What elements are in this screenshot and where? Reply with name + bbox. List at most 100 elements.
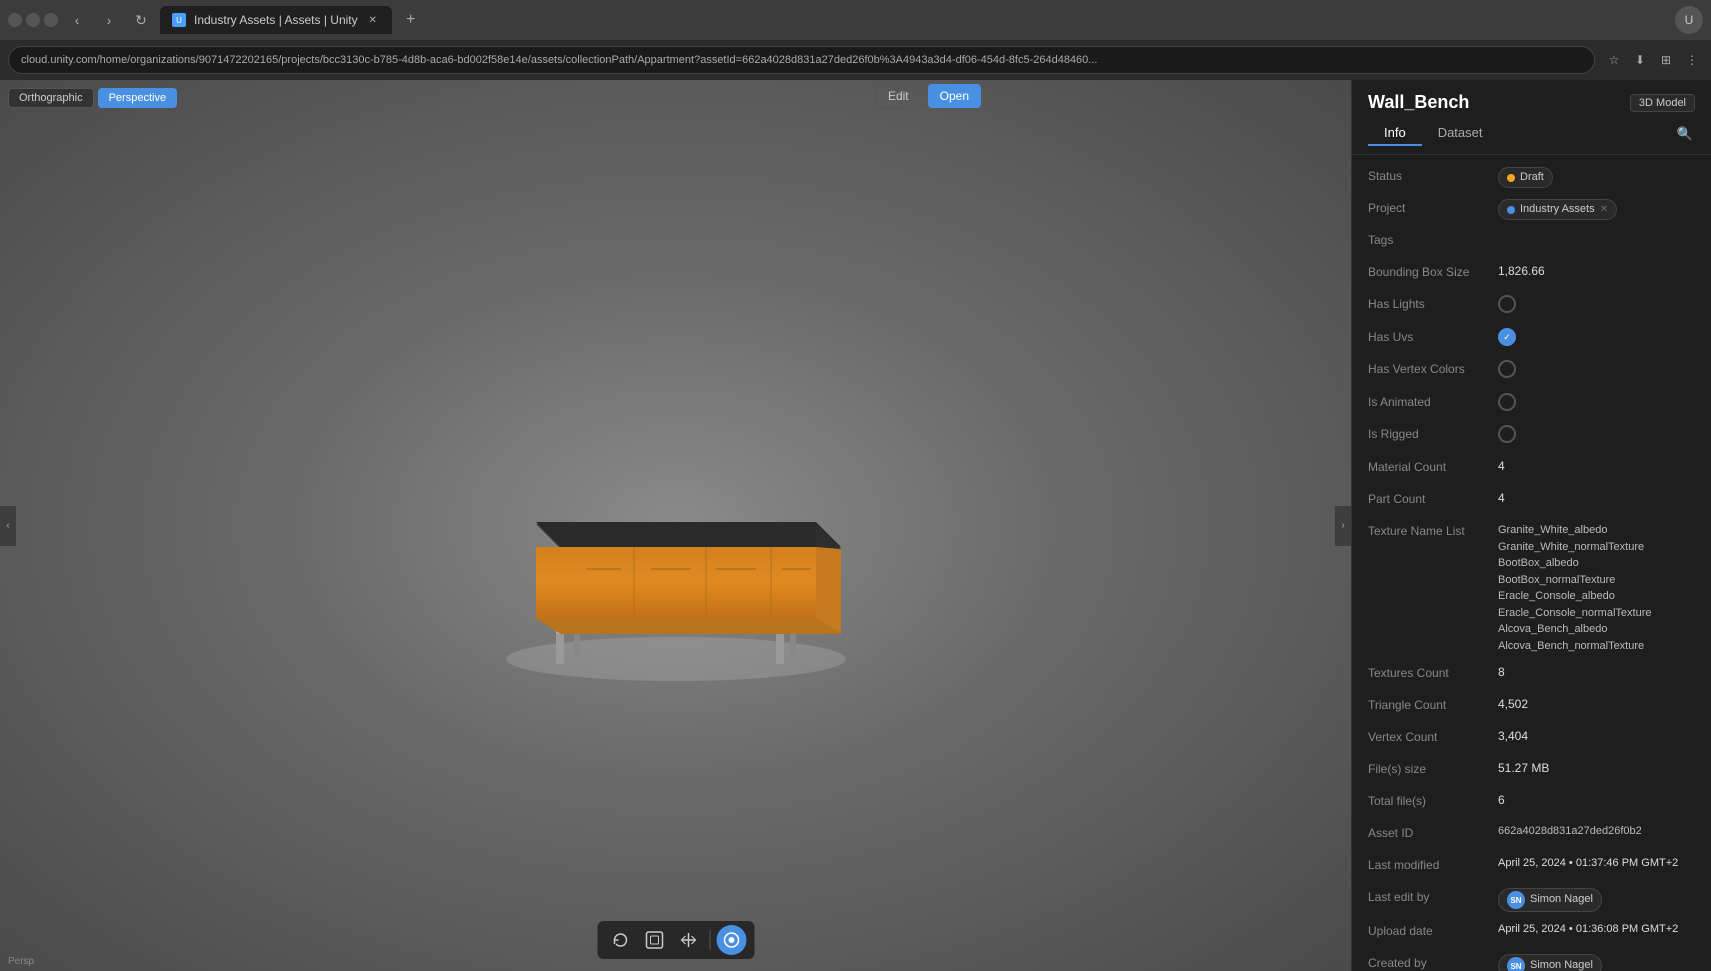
panel-content: Status Draft Project Industry Assets ✕ <box>1352 155 1711 971</box>
nav-forward[interactable]: › <box>96 7 122 33</box>
rotate-tool[interactable] <box>605 925 635 955</box>
textures-count-row: Textures Count 8 <box>1368 664 1695 686</box>
browser-action-icons: ☆ ⬇ ⊞ ⋮ <box>1603 49 1703 71</box>
bookmark-icon[interactable]: ☆ <box>1603 49 1625 71</box>
vertex-count-value: 3,404 <box>1498 728 1695 745</box>
search-icon[interactable]: 🔍 <box>1675 124 1695 144</box>
asset-id-row: Asset ID 662a4028d831a27ded26f0b2 <box>1368 824 1695 846</box>
edit-button[interactable]: Edit <box>875 84 922 108</box>
window-maximize[interactable] <box>26 13 40 27</box>
is-animated-value <box>1498 393 1695 416</box>
project-value: Industry Assets ✕ <box>1498 199 1695 220</box>
pan-tool[interactable] <box>673 925 703 955</box>
bench-right-face <box>816 547 841 634</box>
has-uvs-row: Has Uvs ✓ <box>1368 328 1695 350</box>
model-badge: 3D Model <box>1630 94 1695 112</box>
last-edit-user-badge: SN Simon Nagel <box>1498 888 1602 912</box>
upload-date-row: Upload date April 25, 2024 • 01:36:08 PM… <box>1368 922 1695 944</box>
last-modified-label: Last modified <box>1368 856 1498 872</box>
total-files-row: Total file(s) 6 <box>1368 792 1695 814</box>
upload-date-value: April 25, 2024 • 01:36:08 PM GMT+2 <box>1498 922 1695 937</box>
project-dot <box>1507 206 1515 214</box>
bench-bottom-edge <box>536 619 841 634</box>
texture-name-list-row: Texture Name List Granite_White_albedo G… <box>1368 522 1695 654</box>
expand-right-arrow[interactable]: › <box>1335 506 1351 546</box>
status-label: Status <box>1368 167 1498 183</box>
file-size-label: File(s) size <box>1368 760 1498 776</box>
active-tool-button[interactable] <box>716 925 746 955</box>
vertex-count-label: Vertex Count <box>1368 728 1498 744</box>
toolbar-divider <box>709 930 710 950</box>
triangle-count-label: Triangle Count <box>1368 696 1498 712</box>
asset-id-value: 662a4028d831a27ded26f0b2 <box>1498 824 1695 839</box>
created-by-avatar: SN <box>1507 957 1525 971</box>
is-animated-row: Is Animated <box>1368 393 1695 416</box>
material-count-value: 4 <box>1498 458 1695 475</box>
texture-name-list-value: Granite_White_albedo Granite_White_norma… <box>1498 522 1695 654</box>
last-edit-avatar: SN <box>1507 891 1525 909</box>
tab-favicon: U <box>172 13 186 27</box>
app-container: ✕ ⊡ ••• Edit Open Orthographic Perspecti… <box>0 80 1711 971</box>
tab-close-button[interactable]: ✕ <box>366 13 380 27</box>
browser-menu[interactable]: ⋮ <box>1681 49 1703 71</box>
view-mode-toolbar: Orthographic Perspective <box>8 88 177 108</box>
3d-scene <box>0 80 1351 971</box>
extensions-icon[interactable]: ⊞ <box>1655 49 1677 71</box>
browser-tab-bar: ‹ › ↻ U Industry Assets | Assets | Unity… <box>0 0 1711 40</box>
status-value: Draft <box>1498 167 1695 188</box>
nav-refresh[interactable]: ↻ <box>128 7 154 33</box>
right-panel: Wall_Bench 3D Model Info Dataset 🔍 Statu… <box>1351 80 1711 971</box>
has-vertex-colors-value <box>1498 360 1695 383</box>
browser-chrome: ‹ › ↻ U Industry Assets | Assets | Unity… <box>0 0 1711 80</box>
status-text: Draft <box>1520 170 1544 185</box>
tags-label: Tags <box>1368 231 1498 247</box>
material-count-label: Material Count <box>1368 458 1498 474</box>
window-minimize[interactable] <box>8 13 22 27</box>
has-lights-value <box>1498 295 1695 318</box>
status-badge: Draft <box>1498 167 1553 188</box>
perspective-view-button[interactable]: Perspective <box>98 88 177 108</box>
new-tab-button[interactable]: + <box>398 7 424 33</box>
orthographic-view-button[interactable]: Orthographic <box>8 88 94 108</box>
file-size-value: 51.27 MB <box>1498 760 1695 777</box>
tab-info[interactable]: Info <box>1368 121 1422 146</box>
created-by-user-badge: SN Simon Nagel <box>1498 954 1602 971</box>
is-rigged-row: Is Rigged <box>1368 425 1695 448</box>
part-count-value: 4 <box>1498 490 1695 507</box>
select-tool[interactable] <box>639 925 669 955</box>
part-count-label: Part Count <box>1368 490 1498 506</box>
browser-tab-active[interactable]: U Industry Assets | Assets | Unity ✕ <box>160 6 392 34</box>
viewport-bottom-toolbar <box>597 921 754 959</box>
project-remove[interactable]: ✕ <box>1600 203 1608 217</box>
nav-back[interactable]: ‹ <box>64 7 90 33</box>
collapse-panel-arrow[interactable]: ‹ <box>0 506 16 546</box>
is-rigged-icon <box>1498 425 1516 443</box>
last-modified-row: Last modified April 25, 2024 • 01:37:46 … <box>1368 856 1695 878</box>
project-row: Project Industry Assets ✕ <box>1368 199 1695 221</box>
project-label: Project <box>1368 199 1498 215</box>
part-count-row: Part Count 4 <box>1368 490 1695 512</box>
viewport-label: Persp <box>8 956 34 967</box>
download-icon[interactable]: ⬇ <box>1629 49 1651 71</box>
texture-name-list-label: Texture Name List <box>1368 522 1498 538</box>
tags-row: Tags <box>1368 231 1695 253</box>
bounding-box-label: Bounding Box Size <box>1368 263 1498 279</box>
project-badge: Industry Assets ✕ <box>1498 199 1617 220</box>
browser-profile[interactable]: U <box>1675 6 1703 34</box>
bench-model <box>456 404 896 687</box>
viewport: ✕ ⊡ ••• Edit Open Orthographic Perspecti… <box>0 80 1351 971</box>
is-rigged-label: Is Rigged <box>1368 425 1498 441</box>
bench-front-face <box>536 547 816 619</box>
status-dot <box>1507 174 1515 182</box>
panel-actions: Edit Open <box>875 84 981 108</box>
panel-header: Wall_Bench 3D Model Info Dataset 🔍 <box>1352 80 1711 155</box>
window-close[interactable] <box>44 13 58 27</box>
address-bar-row: cloud.unity.com/home/organizations/90714… <box>0 40 1711 80</box>
tab-dataset[interactable]: Dataset <box>1422 121 1499 146</box>
open-button[interactable]: Open <box>928 84 981 108</box>
panel-title-row: Wall_Bench 3D Model <box>1368 92 1695 113</box>
textures-count-value: 8 <box>1498 664 1695 681</box>
created-by-user-name: Simon Nagel <box>1530 958 1593 971</box>
address-bar[interactable]: cloud.unity.com/home/organizations/90714… <box>8 46 1595 74</box>
created-by-label: Created by <box>1368 954 1498 970</box>
